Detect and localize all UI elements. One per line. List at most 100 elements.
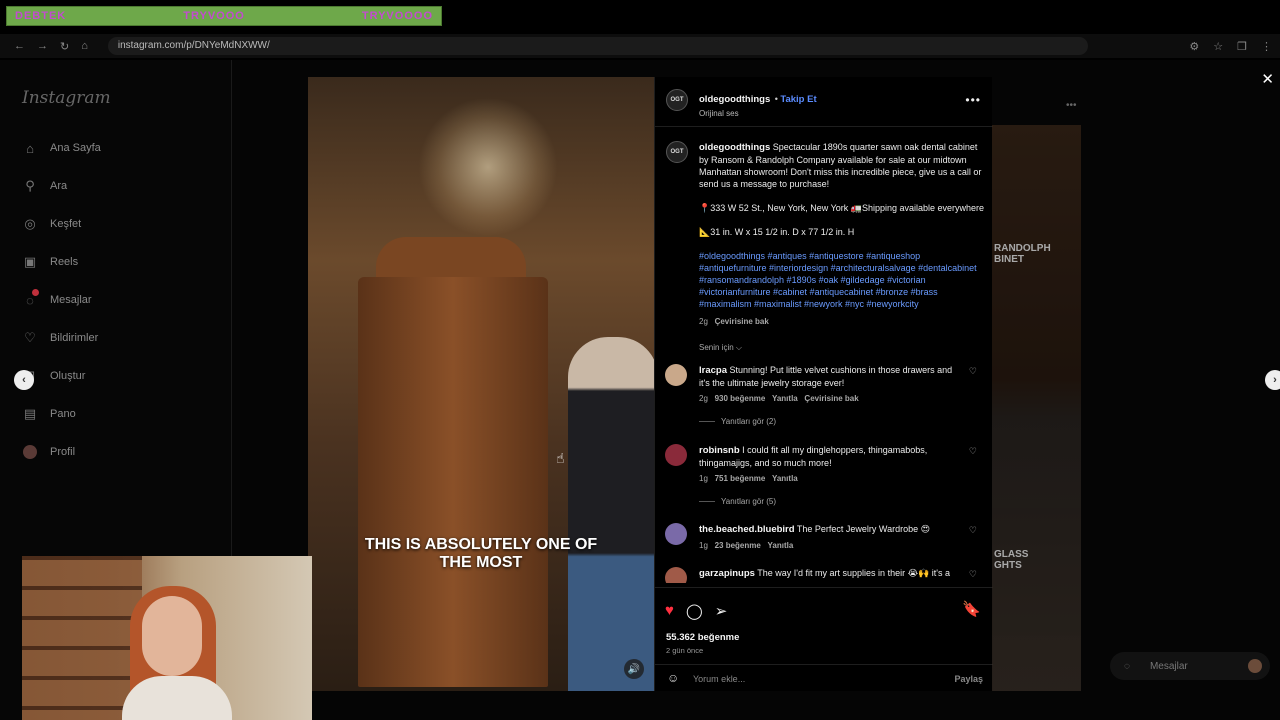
- post-description: oldegoodthings Spectacular 1890s quarter…: [699, 141, 985, 190]
- sidebar-item-label: Oluştur: [50, 370, 86, 382]
- compass-icon: ◎: [24, 216, 36, 231]
- comment-likes[interactable]: 23 beğenme: [715, 541, 761, 550]
- extensions-icon[interactable]: ⚙: [1189, 40, 1199, 53]
- menu-icon[interactable]: ⋮: [1261, 40, 1272, 53]
- sidebar-item-profile[interactable]: Profil: [22, 444, 75, 460]
- sidebar-item-reels[interactable]: ▣ Reels: [22, 254, 78, 270]
- sidebar-item-label: Mesajlar: [50, 294, 92, 306]
- view-replies-button[interactable]: Yanıtları gör (2): [699, 417, 776, 426]
- audio-label[interactable]: Orijinal ses: [699, 109, 817, 118]
- comment-username[interactable]: the.beached.bluebird: [699, 524, 795, 535]
- reply-button[interactable]: Yanıtla: [772, 394, 798, 403]
- like-heart-icon[interactable]: ♥: [665, 602, 674, 620]
- comment-text: robinsnb I could fit all my dinglehopper…: [699, 444, 963, 469]
- next-post-preview[interactable]: RANDOLPH BINET GLASS GHTS: [992, 125, 1081, 691]
- messages-label: Mesajlar: [1149, 660, 1188, 672]
- home-icon: ⌂: [26, 140, 34, 156]
- caption-line-2: THE MOST: [439, 554, 523, 571]
- comment-bubble-icon[interactable]: ◯: [686, 602, 703, 620]
- follow-button[interactable]: Takip Et: [780, 94, 816, 105]
- emoji-icon[interactable]: ☺: [667, 671, 679, 685]
- reply-button[interactable]: Yanıtla: [772, 474, 798, 483]
- comment-time: 1g: [699, 474, 708, 483]
- address-bar[interactable]: instagram.com/p/DNYeMdNXWW/: [107, 37, 1088, 55]
- post-date: 2 gün önce: [666, 646, 704, 655]
- messages-button[interactable]: ◌ Mesajlar: [1110, 652, 1270, 680]
- avatar[interactable]: [665, 567, 687, 583]
- close-icon[interactable]: ✕: [1261, 70, 1274, 88]
- streamer-face: [142, 596, 202, 676]
- comment-input-bar: ☺ Yorum ekle... Paylaş: [655, 664, 993, 692]
- post-username[interactable]: oldegoodthings: [699, 94, 770, 105]
- banner-text-right: TRYVOOOO: [361, 10, 433, 22]
- sidebar-item-home[interactable]: ⌂ Ana Sayfa: [22, 140, 101, 156]
- comment-body: The Perfect Jewelry Wardrobe 😍: [796, 524, 930, 534]
- next-post-button[interactable]: ›: [1265, 370, 1280, 390]
- description-meta: 2g Çevirisine bak: [699, 316, 985, 328]
- share-send-icon[interactable]: ➢: [715, 602, 728, 620]
- avatar[interactable]: OGT: [666, 89, 688, 111]
- post-dimensions: 📐31 in. W x 15 1/2 in. D x 77 1/2 in. H: [699, 227, 855, 237]
- comment-item: garzapinups The way I'd fit my art suppl…: [665, 567, 991, 583]
- sidebar-item-notifications[interactable]: ♡ Bildirimler: [22, 330, 98, 346]
- view-replies-label: Yanıtları gör (2): [721, 417, 776, 426]
- comment-likes[interactable]: 930 beğenme: [715, 394, 766, 403]
- comment-like-icon[interactable]: ♡: [969, 446, 977, 457]
- comment-sort-dropdown[interactable]: Senin için ⌵: [699, 342, 985, 354]
- window-icon[interactable]: ❐: [1237, 40, 1247, 53]
- avatar[interactable]: [665, 523, 687, 545]
- comment-meta: 2g 930 beğenme Yanıtla Çevirisine bak: [699, 394, 859, 403]
- comment-username[interactable]: garzapinups: [699, 568, 755, 579]
- back-icon[interactable]: ←: [14, 40, 25, 53]
- comment-like-icon[interactable]: ♡: [969, 525, 977, 536]
- comment-meta: 1g 23 beğenme Yanıtla: [699, 541, 793, 550]
- likes-count[interactable]: 55.362 beğenme: [666, 632, 739, 643]
- comment-time: 2g: [699, 394, 708, 403]
- forward-icon[interactable]: →: [37, 40, 48, 53]
- reload-icon[interactable]: ↻: [60, 40, 69, 53]
- avatar[interactable]: [665, 444, 687, 466]
- browser-toolbar: ← → ↻ ⌂ instagram.com/p/DNYeMdNXWW/ ⚙ ☆ …: [0, 34, 1280, 58]
- reels-icon: ▣: [23, 254, 37, 269]
- more-options-icon[interactable]: •••: [965, 93, 981, 107]
- description-time: 2g: [699, 317, 708, 326]
- star-icon[interactable]: ☆: [1213, 40, 1223, 53]
- messenger-icon: ◌: [1124, 660, 1130, 672]
- comment-username[interactable]: robinsnb: [699, 445, 740, 456]
- home-icon[interactable]: ⌂: [81, 40, 88, 53]
- heart-icon: ♡: [24, 330, 36, 345]
- avatar[interactable]: OGT: [666, 141, 688, 163]
- sidebar-item-search[interactable]: ⚲ Ara: [22, 178, 67, 194]
- translate-link[interactable]: Çevirisine bak: [715, 317, 769, 326]
- sidebar-item-dashboard[interactable]: ▤ Pano: [22, 406, 76, 422]
- messenger-icon: ◌: [22, 289, 39, 308]
- dental-cabinet: [358, 277, 548, 687]
- comment-text: the.beached.bluebird The Perfect Jewelry…: [699, 523, 963, 536]
- stream-banner: DEBTEK TRYVOOO TRYVOOOO: [6, 6, 442, 26]
- sidebar-item-label: Reels: [50, 256, 79, 268]
- post-hashtags[interactable]: #oldegoodthings #antiques #antiquestore …: [699, 250, 985, 310]
- instagram-logo[interactable]: Instagram: [22, 88, 111, 108]
- volume-icon[interactable]: 🔊: [624, 659, 644, 679]
- sidebar-item-messages[interactable]: ◌ Mesajlar: [22, 289, 92, 308]
- avatar[interactable]: [665, 364, 687, 386]
- more-options-icon[interactable]: •••: [1066, 100, 1077, 111]
- post-video[interactable]: THIS IS ABSOLUTELY ONE OF THE MOST 🔊: [308, 77, 654, 691]
- sidebar-item-explore[interactable]: ◎ Keşfet: [22, 216, 81, 232]
- previous-post-button[interactable]: ‹: [14, 370, 34, 390]
- translate-link[interactable]: Çevirisine bak: [804, 394, 858, 403]
- view-replies-button[interactable]: Yanıtları gör (5): [699, 497, 776, 506]
- description-username[interactable]: oldegoodthings: [699, 142, 770, 153]
- comment-like-icon[interactable]: ♡: [969, 366, 977, 377]
- comment-likes[interactable]: 751 beğenme: [715, 474, 766, 483]
- comment-like-icon[interactable]: ♡: [969, 569, 977, 580]
- post-comment-button[interactable]: Paylaş: [954, 674, 983, 684]
- comment-username[interactable]: lracpa: [699, 365, 727, 376]
- reply-button[interactable]: Yanıtla: [768, 541, 794, 550]
- comment-meta: 1g 751 beğenme Yanıtla: [699, 474, 798, 483]
- comment-body: The way I'd fit my art supplies in their…: [757, 568, 951, 578]
- sidebar-item-label: Bildirimler: [50, 332, 99, 344]
- bookmark-icon[interactable]: 🔖: [962, 600, 981, 618]
- post-actions: ♥ ◯ ➢ 🔖 55.362 beğenme 2 gün önce ☺ Yoru…: [655, 587, 993, 691]
- comment-input[interactable]: Yorum ekle...: [693, 674, 745, 684]
